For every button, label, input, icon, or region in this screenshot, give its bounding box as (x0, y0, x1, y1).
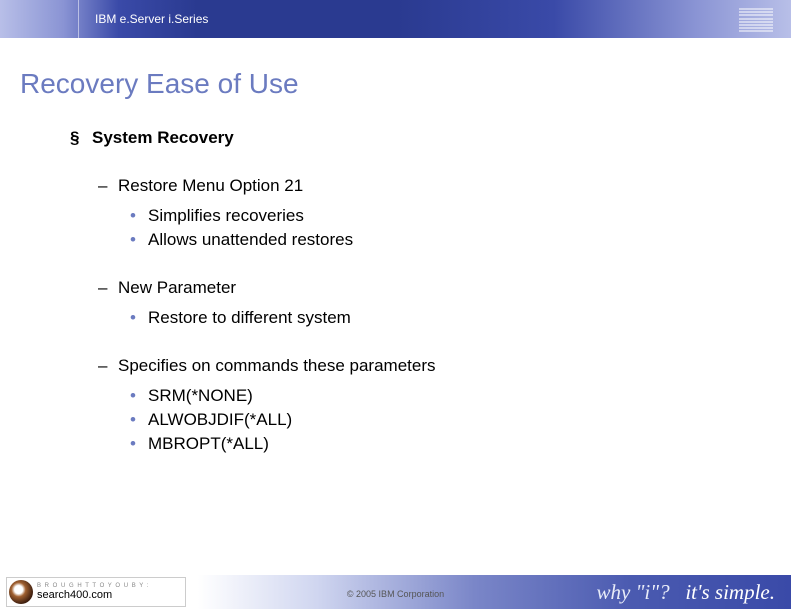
badge-main-text: search400.com (37, 589, 149, 601)
group-label: Restore Menu Option 21 (70, 176, 791, 196)
header-product-text: IBM e.Server i.Series (95, 12, 208, 26)
bullet-item: SRM(*NONE) (70, 386, 791, 406)
bullet-item: MBROPT(*ALL) (70, 434, 791, 454)
footer-tagline: why "i"? it's simple. (597, 580, 775, 605)
bullet-item: Simplifies recoveries (70, 206, 791, 226)
group: Specifies on commands these parameters S… (70, 356, 791, 454)
tagline-simple: it's simple. (685, 580, 775, 604)
section-heading: System Recovery (70, 128, 791, 148)
footer: B R O U G H T T O Y O U B Y : search400.… (0, 575, 791, 609)
tagline-why: why "i"? (597, 580, 670, 604)
badge-top-text: B R O U G H T T O Y O U B Y : (37, 583, 149, 590)
slide-title: Recovery Ease of Use (20, 68, 791, 100)
bullet-item: ALWOBJDIF(*ALL) (70, 410, 791, 430)
header-divider (78, 0, 79, 38)
bullet-item: Allows unattended restores (70, 230, 791, 250)
group-label: New Parameter (70, 278, 791, 298)
header-band: IBM e.Server i.Series (0, 0, 791, 38)
group: New Parameter Restore to different syste… (70, 278, 791, 328)
group-label: Specifies on commands these parameters (70, 356, 791, 376)
content-area: System Recovery Restore Menu Option 21 S… (70, 128, 791, 454)
bullet-item: Restore to different system (70, 308, 791, 328)
sponsor-badge: B R O U G H T T O Y O U B Y : search400.… (6, 577, 186, 607)
ibm-logo (739, 8, 773, 32)
group: Restore Menu Option 21 Simplifies recove… (70, 176, 791, 250)
eye-icon (9, 580, 33, 604)
copyright: © 2005 IBM Corporation (347, 589, 444, 599)
